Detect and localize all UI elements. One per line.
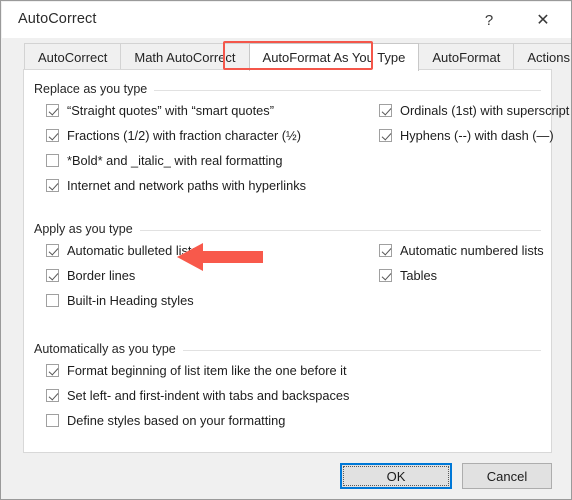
- checkbox-label: Built-in Heading styles: [67, 293, 194, 308]
- title-bar: AutoCorrect ? ✕: [2, 2, 571, 38]
- checkbox-row[interactable]: Fractions (1/2) with fraction character …: [46, 129, 301, 142]
- checkbox-row[interactable]: Hyphens (--) with dash (—): [379, 129, 554, 142]
- help-icon[interactable]: ?: [466, 2, 512, 38]
- group-label: Replace as you type: [34, 82, 155, 96]
- checkbox-checked-icon[interactable]: [46, 129, 59, 142]
- checkbox-label: Border lines: [67, 268, 136, 283]
- tab-label: AutoFormat: [432, 49, 501, 65]
- checkbox-checked-icon[interactable]: [46, 389, 59, 402]
- checkbox-checked-icon[interactable]: [379, 269, 392, 282]
- group-label: Automatically as you type: [34, 342, 183, 356]
- checkbox-row[interactable]: Define styles based on your formatting: [46, 414, 285, 427]
- tab-autoformat-as-you-type[interactable]: AutoFormat As You Type: [248, 43, 420, 71]
- tab-label: AutoFormat As You Type: [262, 50, 406, 65]
- checkbox-checked-icon[interactable]: [46, 104, 59, 117]
- ok-button[interactable]: OK: [340, 463, 452, 489]
- checkbox-checked-icon[interactable]: [46, 244, 59, 257]
- checkbox-unchecked-icon[interactable]: [46, 414, 59, 427]
- checkbox-row[interactable]: Automatic numbered lists: [379, 244, 544, 257]
- cancel-button-label: Cancel: [486, 468, 528, 484]
- tab-actions[interactable]: Actions: [513, 43, 571, 70]
- checkbox-label: Ordinals (1st) with superscript: [400, 103, 570, 118]
- checkbox-label: Define styles based on your formatting: [67, 413, 286, 428]
- checkbox-checked-icon[interactable]: [46, 179, 59, 192]
- checkbox-unchecked-icon[interactable]: [46, 294, 59, 307]
- checkbox-row[interactable]: *Bold* and _italic_ with real formatting: [46, 154, 283, 167]
- tab-math-autocorrect[interactable]: Math AutoCorrect: [120, 43, 250, 70]
- tab-autocorrect[interactable]: AutoCorrect: [24, 43, 122, 70]
- checkbox-label: Automatic bulleted lists: [67, 243, 198, 258]
- checkbox-unchecked-icon[interactable]: [46, 154, 59, 167]
- autoformat-options-panel: Replace as you type “Straight quotes” wit…: [23, 69, 569, 453]
- checkbox-label: Hyphens (--) with dash (—): [400, 128, 554, 143]
- checkbox-label: Automatic numbered lists: [400, 243, 544, 258]
- checkbox-checked-icon[interactable]: [379, 129, 392, 142]
- checkbox-row[interactable]: Ordinals (1st) with superscript: [379, 104, 569, 117]
- tab-label: Math AutoCorrect: [134, 49, 236, 65]
- checkbox-row[interactable]: Automatic bulleted lists: [46, 244, 198, 257]
- checkbox-row[interactable]: Tables: [379, 269, 437, 282]
- checkbox-checked-icon[interactable]: [46, 269, 59, 282]
- checkbox-checked-icon[interactable]: [379, 244, 392, 257]
- checkbox-label: Set left- and first-indent with tabs and…: [67, 388, 350, 403]
- tab-label: Actions: [527, 49, 570, 65]
- checkbox-row[interactable]: Built-in Heading styles: [46, 294, 194, 307]
- checkbox-label: Fractions (1/2) with fraction character …: [67, 128, 301, 143]
- checkbox-row[interactable]: Format beginning of list item like the o…: [46, 364, 347, 377]
- checkbox-row[interactable]: Set left- and first-indent with tabs and…: [46, 389, 349, 402]
- tab-strip: AutoCorrect Math AutoCorrect AutoFormat As…: [2, 38, 571, 71]
- checkbox-checked-icon[interactable]: [46, 364, 59, 377]
- tab-autoformat[interactable]: AutoFormat: [418, 43, 515, 70]
- tab-label: AutoCorrect: [38, 49, 108, 65]
- checkbox-label: Internet and network paths with hyperlin…: [67, 178, 307, 193]
- group-label: Apply as you type: [34, 222, 140, 236]
- checkbox-label: *Bold* and _italic_ with real formatting: [67, 153, 283, 168]
- checkbox-label: Tables: [400, 268, 437, 283]
- checkbox-row[interactable]: “Straight quotes” with “smart quotes”: [46, 104, 274, 117]
- cancel-button[interactable]: Cancel: [462, 463, 552, 489]
- close-icon[interactable]: ✕: [520, 2, 566, 38]
- checkbox-row[interactable]: Border lines: [46, 269, 135, 282]
- ok-button-label: OK: [386, 468, 406, 484]
- tab-list: AutoCorrect Math AutoCorrect AutoFormat As…: [24, 43, 571, 71]
- checkbox-label: Format beginning of list item like the o…: [67, 363, 347, 378]
- checkbox-row[interactable]: Internet and network paths with hyperlin…: [46, 179, 306, 192]
- autocorrect-dialog: AutoCorrect ? ✕ AutoCorrect Math AutoCorr…: [0, 0, 572, 500]
- window-title: AutoCorrect: [18, 11, 97, 27]
- checkbox-checked-icon[interactable]: [379, 104, 392, 117]
- checkbox-label: “Straight quotes” with “smart quotes”: [67, 103, 274, 118]
